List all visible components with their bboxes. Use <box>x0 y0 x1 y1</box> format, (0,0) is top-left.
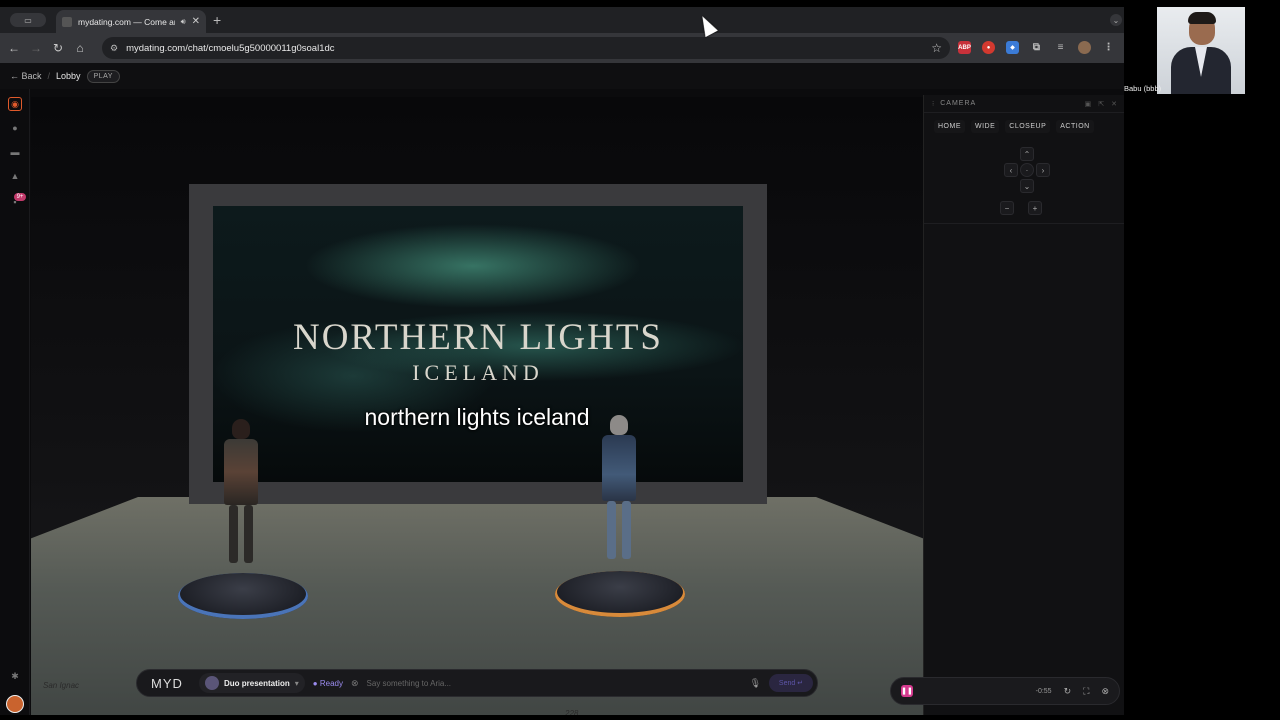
map-label: 228 <box>565 709 579 715</box>
fullscreen-icon[interactable]: ⛶ <box>1083 686 1089 697</box>
status-text: Ready <box>319 678 343 688</box>
drag-handle-icon[interactable]: ⁝ <box>932 100 935 108</box>
preset-action-button[interactable]: ACTION <box>1056 120 1094 133</box>
time-remaining: -0:55 <box>1035 687 1052 695</box>
sidebar-icon: ▭ <box>24 15 32 25</box>
left-avatar-character[interactable] <box>221 419 261 563</box>
bookmark-star-icon[interactable]: ☆ <box>931 41 942 55</box>
chevron-down-icon[interactable]: ⌄ <box>1020 179 1034 193</box>
close-panel-icon[interactable]: ✕ <box>1111 100 1118 108</box>
app-header: ← Back / Lobby PLAY <box>0 63 1124 89</box>
zoom-in-icon[interactable]: + <box>1028 201 1042 215</box>
tab-list-icon[interactable]: ⌄ <box>1110 14 1122 26</box>
speaker-icon[interactable]: 🔊︎ <box>181 17 186 27</box>
new-tab-button[interactable]: + <box>213 12 221 28</box>
bell-icon[interactable]: ▲ <box>8 169 22 183</box>
stop-icon[interactable]: ⊗ <box>351 678 359 689</box>
microphone-icon[interactable]: 🎙︎ <box>750 678 761 689</box>
tab-search-button[interactable]: ▭ <box>10 13 46 27</box>
close-tab-icon[interactable]: ✕ <box>192 16 200 27</box>
presentation-screen: NORTHERN LIGHTS ICELAND <box>213 206 743 482</box>
chat-input[interactable] <box>366 678 742 688</box>
3d-stage[interactable]: San Ignac 228 NORTHERN LIGHTS ICELAND no… <box>31 97 923 715</box>
reload-icon[interactable]: ↻ <box>47 41 69 55</box>
panel-divider <box>924 223 1124 224</box>
blue-extension-icon[interactable]: ◆ <box>1006 41 1019 54</box>
participant-name: Babu (bbb) <box>1124 84 1162 93</box>
chevron-right-icon[interactable]: › <box>1036 163 1050 177</box>
profile-avatar-icon[interactable] <box>1078 41 1091 54</box>
chevron-up-icon[interactable]: ⌃ <box>1020 147 1034 161</box>
chat-bar: MYD Duo presentation ▾ ● Ready ⊗ 🎙︎ Send… <box>136 669 818 697</box>
url-text[interactable]: mydating.com/chat/cmoelu5g50000011g0soal… <box>126 43 334 54</box>
replay-icon[interactable]: ↻ <box>1064 686 1072 697</box>
slide-subtitle: ICELAND <box>412 360 544 385</box>
mode-avatar-icon <box>205 676 219 690</box>
mode-selector[interactable]: Duo presentation ▾ <box>199 673 305 693</box>
right-pedestal <box>555 571 685 617</box>
playback-bar: ❚❚ -0:55 ↻ ⛶ ⊗ <box>890 677 1120 705</box>
participant-video <box>1157 7 1245 94</box>
settings-icon[interactable]: ✱ <box>8 669 22 683</box>
browser-window: ▭ mydating.com — Come and 🔊︎ ✕ + ⌄ ← → ↻… <box>0 7 1124 715</box>
pause-icon[interactable]: ❚❚ <box>901 685 913 697</box>
browser-toolbar: ← → ↻ ⌂ ⚙ mydating.com/chat/cmoelu5g5000… <box>0 33 1124 63</box>
speech-caption: northern lights iceland <box>364 404 590 430</box>
forward-arrow-icon[interactable]: → <box>25 41 47 55</box>
breadcrumb-separator: / <box>47 71 51 81</box>
breadcrumb-lobby[interactable]: Lobby <box>56 71 81 81</box>
tab-strip: ▭ mydating.com — Come and 🔊︎ ✕ + ⌄ <box>0 7 1124 33</box>
adblock-extension-icon[interactable]: ABP <box>958 41 971 54</box>
preset-home-button[interactable]: HOME <box>934 120 965 133</box>
screen-icon[interactable]: ▬ <box>8 145 22 159</box>
chevron-down-icon: ▾ <box>294 678 299 688</box>
back-arrow-icon[interactable]: ← <box>3 41 25 55</box>
preset-wide-button[interactable]: WIDE <box>971 120 1000 133</box>
puzzle-icon[interactable]: ⧉ <box>1030 41 1043 54</box>
right-avatar-character[interactable] <box>599 415 639 559</box>
extensions-area: ABP ● ◆ ⧉ ≡ ⋮ <box>958 41 1115 54</box>
media-control-icon[interactable]: ≡ <box>1054 41 1067 54</box>
user-avatar[interactable] <box>6 695 24 713</box>
play-badge: PLAY <box>86 69 120 83</box>
popout-icon[interactable]: ⇱ <box>1098 100 1105 108</box>
camera-panel-title: CAMERA <box>940 100 977 107</box>
app-root: ← Back / Lobby PLAY ◉ ● ▬ ▲ ▪ 9+ ✱ San I… <box>0 63 1124 715</box>
notification-badge: 9+ <box>14 193 26 201</box>
mode-label: Duo presentation <box>224 678 290 688</box>
camera-icon[interactable]: ◉ <box>8 97 22 111</box>
tab-title: mydating.com — Come and <box>78 16 175 27</box>
address-bar[interactable]: ⚙ mydating.com/chat/cmoelu5g50000011g0so… <box>102 37 950 59</box>
close-circle-icon[interactable]: ⊗ <box>1101 686 1109 697</box>
back-link[interactable]: ← Back <box>10 71 42 81</box>
zoom-out-icon[interactable]: − <box>1000 201 1014 215</box>
camera-dpad: ⌃ ‹ · › ⌄ <box>1004 147 1050 193</box>
status-ready: ● Ready <box>312 678 343 688</box>
site-info-icon[interactable]: ⚙ <box>110 43 118 54</box>
presentation-screen-frame: NORTHERN LIGHTS ICELAND <box>189 184 767 504</box>
menu-dots-icon[interactable]: ⋮ <box>1102 41 1115 54</box>
favicon-icon <box>62 16 72 27</box>
preset-closeup-button[interactable]: CLOSEUP <box>1005 120 1051 133</box>
red-extension-icon[interactable]: ● <box>982 41 995 54</box>
camera-presets: HOME WIDE CLOSEUP ACTION <box>924 113 1124 133</box>
center-dot-icon[interactable]: · <box>1020 163 1034 177</box>
browser-tab[interactable]: mydating.com — Come and 🔊︎ ✕ <box>56 10 206 33</box>
camera-panel: ⁝ CAMERA ▣ ⇱ ✕ HOME WIDE CLOSEUP ACTION … <box>923 95 1124 715</box>
dock-icon[interactable]: ▣ <box>1085 100 1093 108</box>
send-button[interactable]: Send ↵ <box>769 674 813 692</box>
myd-logo: MYD <box>151 675 183 691</box>
map-label: San Ignac <box>43 681 80 690</box>
left-pedestal <box>178 573 308 619</box>
chevron-left-icon[interactable]: ‹ <box>1004 163 1018 177</box>
home-icon[interactable]: ⌂ <box>69 41 91 55</box>
camera-panel-header: ⁝ CAMERA ▣ ⇱ ✕ <box>924 95 1124 113</box>
left-rail: ◉ ● ▬ ▲ ▪ 9+ ✱ <box>0 89 30 715</box>
slide-title: NORTHERN LIGHTS <box>292 317 663 358</box>
zoom-controls: − + <box>1000 201 1042 215</box>
microphone-icon[interactable]: ● <box>8 121 22 135</box>
